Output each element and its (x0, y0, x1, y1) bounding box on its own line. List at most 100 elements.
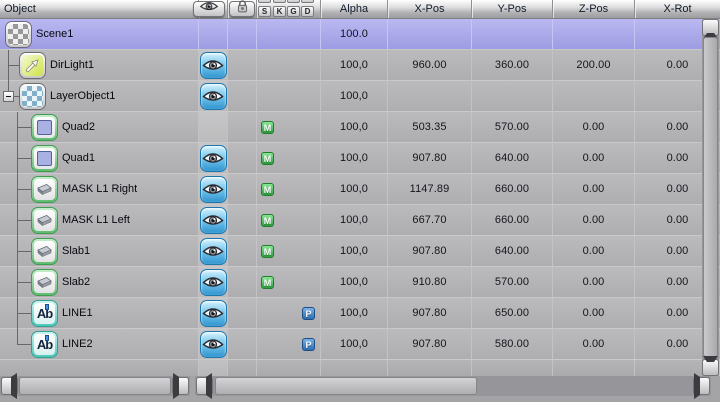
z-pos-value[interactable]: 200.00 (553, 50, 635, 80)
object-cell[interactable]: Slab2 (0, 267, 199, 298)
object-cell[interactable]: LayerObject1 (0, 81, 199, 111)
x-pos-value[interactable] (388, 81, 472, 111)
horizontal-scrollbar-table-thumb[interactable] (215, 377, 477, 395)
header-button-g[interactable]: G (287, 6, 300, 17)
eye-icon[interactable] (199, 206, 227, 234)
eye-icon[interactable] (199, 299, 227, 327)
alpha-value[interactable]: 100,0 (321, 174, 388, 204)
tree-row-layerobject1[interactable]: LayerObject1 100,0 (0, 81, 720, 112)
parameter-badge[interactable]: P (302, 338, 315, 351)
x-pos-value[interactable]: 907.80 (388, 143, 472, 173)
header-mini-button-top-2[interactable] (273, 0, 286, 3)
object-cell[interactable]: Quad1 (0, 143, 199, 174)
lock-cell[interactable] (228, 267, 257, 297)
scroll-right-button[interactable] (693, 373, 710, 399)
lock-cell[interactable] (228, 329, 257, 359)
header-button-k[interactable]: K (273, 6, 286, 17)
z-pos-value[interactable]: 0.00 (553, 267, 635, 297)
tree-row-mask-l1-right[interactable]: MASK L1 Right M 100,0 1147.89 660.00 0.00 0.00 (0, 174, 720, 205)
alpha-value[interactable]: 100,0 (321, 205, 388, 235)
y-pos-value[interactable]: 570.00 (472, 267, 553, 297)
x-pos-value[interactable]: 910.80 (388, 267, 472, 297)
object-cell[interactable]: Slab1 (0, 236, 199, 267)
alpha-value[interactable]: 100,0 (321, 329, 388, 359)
y-pos-value[interactable]: 660.00 (472, 205, 553, 235)
scroll-right-button[interactable] (172, 373, 189, 399)
lock-cell[interactable] (228, 298, 257, 328)
header-mini-button-top-4[interactable] (301, 0, 314, 3)
z-pos-value[interactable]: 0.00 (553, 112, 635, 142)
y-pos-value[interactable]: 650.00 (472, 298, 553, 328)
eye-icon[interactable] (199, 330, 227, 358)
horizontal-scrollbar-tree-thumb[interactable] (19, 377, 171, 395)
tree-row-dirlight1[interactable]: DirLight1 100,0 960.00 360.00 200.00 0.00 (0, 50, 720, 81)
object-cell[interactable]: Quad2 (0, 112, 199, 143)
material-badge[interactable]: M (261, 183, 274, 196)
y-pos-value[interactable]: 580.00 (472, 329, 553, 359)
object-cell[interactable]: MASK L1 Right (0, 174, 199, 205)
x-pos-value[interactable] (388, 19, 472, 49)
tree-row-slab1[interactable]: Slab1 M 100,0 907.80 640.00 0.00 0.00 (0, 236, 720, 267)
visibility-cell[interactable] (199, 236, 228, 266)
lock-cell[interactable] (228, 81, 257, 111)
y-pos-value[interactable] (472, 81, 553, 111)
toggle-all-visibility-button[interactable] (193, 1, 225, 17)
visibility-cell[interactable] (199, 267, 228, 297)
visibility-cell[interactable] (199, 50, 228, 80)
vertical-scrollbar-thumb[interactable] (703, 37, 718, 357)
material-badge[interactable]: M (261, 276, 274, 289)
z-pos-value[interactable] (553, 81, 635, 111)
y-pos-value[interactable]: 360.00 (472, 50, 553, 80)
parameter-badge[interactable]: P (302, 307, 315, 320)
collapse-toggle-minus[interactable] (3, 91, 14, 102)
toggle-all-lock-button[interactable] (229, 0, 255, 17)
visibility-cell[interactable] (199, 329, 228, 359)
material-badge[interactable]: M (261, 245, 274, 258)
x-pos-value[interactable]: 907.80 (388, 236, 472, 266)
object-cell[interactable]: Ab LINE1 (0, 298, 199, 329)
z-pos-value[interactable] (553, 19, 635, 49)
y-pos-value[interactable] (472, 19, 553, 49)
header-mini-button-top-3[interactable] (287, 0, 300, 3)
lock-cell[interactable] (228, 112, 257, 142)
header-button-d[interactable]: D (301, 6, 314, 17)
lock-cell[interactable] (228, 205, 257, 235)
scroll-left-button[interactable] (1, 373, 18, 399)
eye-icon[interactable] (199, 268, 227, 296)
eye-icon[interactable] (199, 175, 227, 203)
z-pos-value[interactable]: 0.00 (553, 298, 635, 328)
lock-cell[interactable] (228, 50, 257, 80)
x-pos-value[interactable]: 503.35 (388, 112, 472, 142)
visibility-cell[interactable] (199, 205, 228, 235)
vertical-scrollbar[interactable] (702, 19, 719, 376)
alpha-value[interactable]: 100,0 (321, 50, 388, 80)
material-badge[interactable]: M (261, 152, 274, 165)
tree-row-quad2[interactable]: Quad2 M 100,0 503.35 570.00 0.00 0.00 (0, 112, 720, 143)
tree-row-line1[interactable]: Ab LINE1 P 100,0 907.80 650.00 0.00 0.00 (0, 298, 720, 329)
y-pos-value[interactable]: 660.00 (472, 174, 553, 204)
z-pos-value[interactable]: 0.00 (553, 143, 635, 173)
visibility-cell[interactable] (199, 81, 228, 111)
z-pos-value[interactable]: 0.00 (553, 205, 635, 235)
x-pos-value[interactable]: 907.80 (388, 329, 472, 359)
y-pos-value[interactable]: 570.00 (472, 112, 553, 142)
horizontal-scrollbar-tree[interactable] (0, 373, 190, 399)
tree-row-slab2[interactable]: Slab2 M 100,0 910.80 570.00 0.00 0.00 (0, 267, 720, 298)
tree-row-quad1[interactable]: Quad1 M 100,0 907.80 640.00 0.00 0.00 (0, 143, 720, 174)
alpha-value[interactable]: 100,0 (321, 143, 388, 173)
object-cell[interactable]: Scene1 (0, 19, 199, 49)
header-mini-button-top-1[interactable] (258, 0, 271, 3)
header-button-s[interactable]: S (258, 6, 271, 17)
lock-cell[interactable] (228, 174, 257, 204)
alpha-value[interactable]: 100,0 (321, 236, 388, 266)
visibility-cell[interactable] (199, 298, 228, 328)
material-badge[interactable]: M (261, 121, 274, 134)
lock-cell[interactable] (228, 236, 257, 266)
z-pos-value[interactable]: 0.00 (553, 329, 635, 359)
alpha-value[interactable]: 100.0 (321, 19, 388, 49)
y-pos-value[interactable]: 640.00 (472, 236, 553, 266)
tree-row-scene1[interactable]: Scene1 100.0 (0, 19, 720, 50)
z-pos-value[interactable]: 0.00 (553, 174, 635, 204)
x-pos-value[interactable]: 960.00 (388, 50, 472, 80)
alpha-value[interactable]: 100,0 (321, 298, 388, 328)
